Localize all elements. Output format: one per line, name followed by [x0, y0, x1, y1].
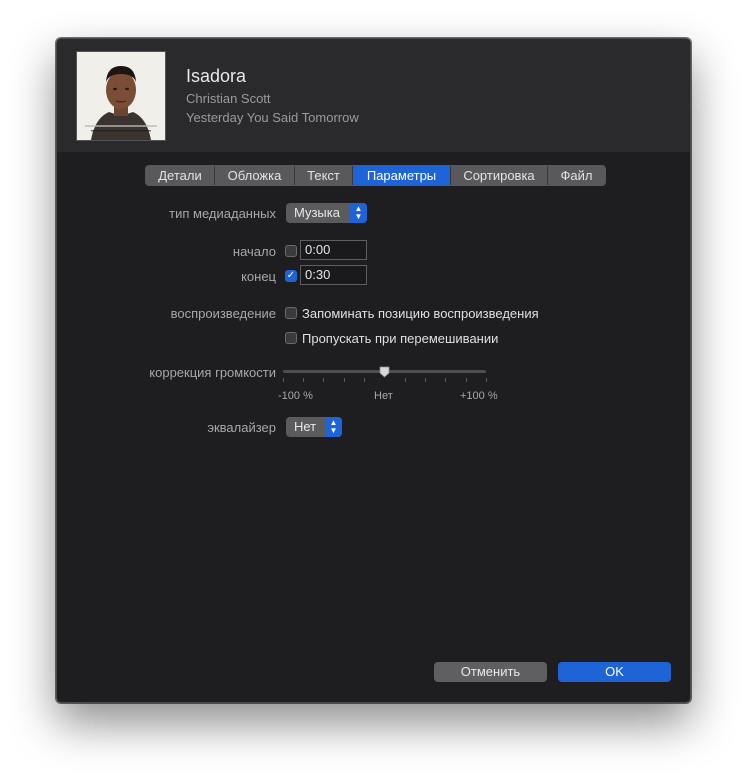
slider-tick — [486, 378, 487, 382]
get-info-window: Isadora Christian Scott Yesterday You Sa… — [56, 38, 691, 703]
media-kind-label: тип медиаданных — [169, 206, 276, 221]
slider-tick — [303, 378, 304, 382]
tab-bar: Детали Обложка Текст Параметры Сортировк… — [145, 165, 606, 186]
slider-tick — [323, 378, 324, 382]
tab-options[interactable]: Параметры — [353, 166, 451, 185]
media-kind-value: Музыка — [294, 205, 340, 220]
slider-tick — [445, 378, 446, 382]
volume-min-label: -100 % — [278, 390, 313, 402]
volume-adjust-label: коррекция громкости — [149, 365, 276, 380]
album-artwork — [76, 51, 166, 141]
tab-lyrics[interactable]: Текст — [295, 166, 353, 185]
tab-sorting[interactable]: Сортировка — [451, 166, 548, 185]
track-artist: Christian Scott — [186, 91, 271, 106]
remember-position-label[interactable]: Запоминать позицию воспроизведения — [302, 306, 539, 321]
skip-shuffle-checkbox[interactable] — [285, 332, 297, 344]
playback-label: воспроизведение — [170, 306, 276, 321]
track-header: Isadora Christian Scott Yesterday You Sa… — [57, 39, 690, 153]
slider-tick — [405, 378, 406, 382]
slider-tick — [344, 378, 345, 382]
tab-file[interactable]: Файл — [548, 166, 605, 185]
track-title: Isadora — [186, 66, 247, 86]
start-time-field[interactable]: 0:00 — [300, 240, 367, 260]
cancel-button[interactable]: Отменить — [434, 662, 547, 682]
chevron-updown-icon: ▲ ▼ — [325, 417, 342, 437]
slider-tick — [364, 378, 365, 382]
slider-tick — [466, 378, 467, 382]
ok-button[interactable]: OK — [558, 662, 671, 682]
tab-artwork[interactable]: Обложка — [215, 166, 295, 185]
remember-position-checkbox[interactable] — [285, 307, 297, 319]
slider-tick — [283, 378, 284, 382]
stop-label: конец — [241, 269, 276, 284]
equalizer-popup[interactable]: Нет ▲ ▼ — [286, 417, 342, 437]
tab-details[interactable]: Детали — [146, 166, 215, 185]
stop-checkbox[interactable]: ✓ — [285, 270, 297, 282]
slider-tick — [425, 378, 426, 382]
equalizer-value: Нет — [294, 419, 317, 434]
track-album: Yesterday You Said Tomorrow — [186, 110, 359, 125]
volume-max-label: +100 % — [460, 390, 498, 402]
chevron-updown-icon: ▲ ▼ — [350, 203, 367, 223]
equalizer-label: эквалайзер — [207, 420, 276, 435]
media-kind-popup[interactable]: Музыка ▲ ▼ — [286, 203, 367, 223]
stop-time-field[interactable]: 0:30 — [300, 265, 367, 285]
start-checkbox[interactable] — [285, 245, 297, 257]
skip-shuffle-label[interactable]: Пропускать при перемешивании — [302, 331, 498, 346]
start-label: начало — [232, 244, 276, 259]
volume-slider-knob[interactable] — [379, 366, 390, 378]
volume-mid-label: Нет — [374, 390, 393, 402]
